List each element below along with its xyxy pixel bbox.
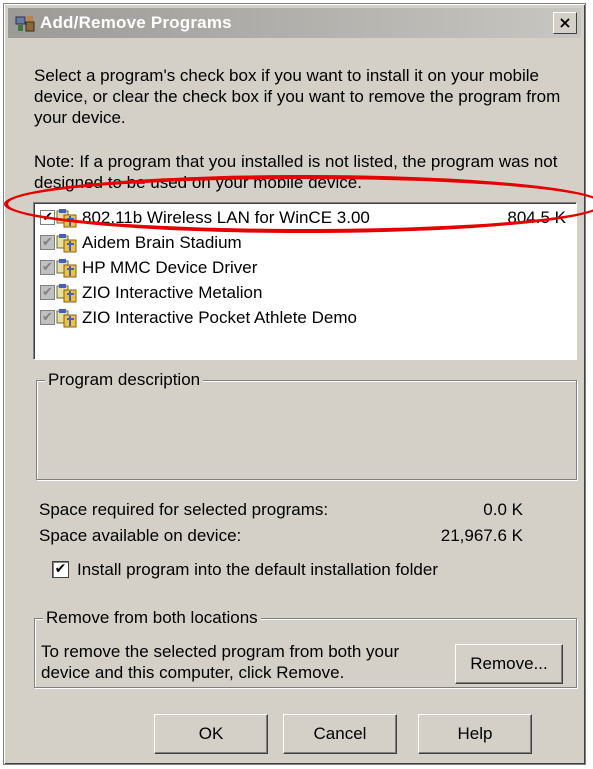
package-icon [56, 259, 77, 278]
program-description-group: Program description [36, 370, 577, 480]
program-list[interactable]: ✔ 802.11b Wireless LAN for WinCE 3.00 80… [33, 202, 577, 360]
program-checkbox: ✔ [40, 285, 55, 300]
remove-instructions: To remove the selected program from both… [41, 642, 400, 682]
remove-group: Remove from both locations To remove the… [34, 608, 577, 688]
program-checkbox: ✔ [40, 310, 55, 325]
package-icon [56, 284, 77, 303]
program-name: ZIO Interactive Metalion [82, 283, 263, 302]
program-checkbox: ✔ [40, 260, 55, 275]
package-icon [56, 234, 77, 253]
note-text: Note: If a program that you installed is… [34, 152, 558, 192]
ok-button[interactable]: OK [154, 714, 268, 754]
cancel-button[interactable]: Cancel [283, 714, 397, 754]
space-available-label: Space available on device: [39, 526, 242, 545]
add-remove-programs-dialog: Add/Remove Programs × Select a program's… [3, 3, 586, 765]
program-name: HP MMC Device Driver [82, 258, 258, 277]
program-description-legend: Program description [45, 370, 204, 390]
default-folder-label[interactable]: Install program into the default install… [77, 560, 438, 579]
program-name: ZIO Interactive Pocket Athlete Demo [82, 308, 357, 327]
add-remove-programs-icon [15, 16, 35, 32]
program-list-item[interactable]: ✔ ZIO Interactive Metalion [38, 281, 570, 305]
program-list-item[interactable]: ✔ ZIO Interactive Pocket Athlete Demo [38, 306, 570, 330]
instructions-text: Select a program's check box if you want… [34, 66, 561, 127]
default-folder-option[interactable]: ✔ Install program into the default instal… [52, 559, 438, 580]
program-name: Aidem Brain Stadium [82, 233, 242, 252]
close-button[interactable]: × [553, 12, 577, 34]
package-icon [56, 309, 77, 328]
remove-button[interactable]: Remove... [455, 644, 563, 684]
remove-group-legend: Remove from both locations [43, 608, 261, 628]
space-required-label: Space required for selected programs: [39, 500, 329, 519]
program-list-item[interactable]: ✔ 802.11b Wireless LAN for WinCE 3.00 80… [38, 206, 570, 230]
program-list-item[interactable]: ✔ HP MMC Device Driver [38, 256, 570, 280]
program-checkbox: ✔ [40, 235, 55, 250]
default-folder-checkbox[interactable]: ✔ [52, 561, 69, 579]
window-title: Add/Remove Programs [40, 13, 232, 32]
space-available-value: 21,967.6 K [440, 526, 523, 545]
space-required-value: 0.0 K [483, 500, 523, 519]
package-icon [56, 209, 77, 228]
program-name: 802.11b Wireless LAN for WinCE 3.00 [82, 208, 370, 227]
close-icon: × [558, 13, 572, 32]
program-size: 804.5 K [507, 208, 566, 227]
program-list-item[interactable]: ✔ Aidem Brain Stadium [38, 231, 570, 255]
title-bar[interactable]: Add/Remove Programs × [8, 8, 581, 38]
help-button[interactable]: Help [418, 714, 532, 754]
program-checkbox[interactable]: ✔ [40, 210, 55, 225]
